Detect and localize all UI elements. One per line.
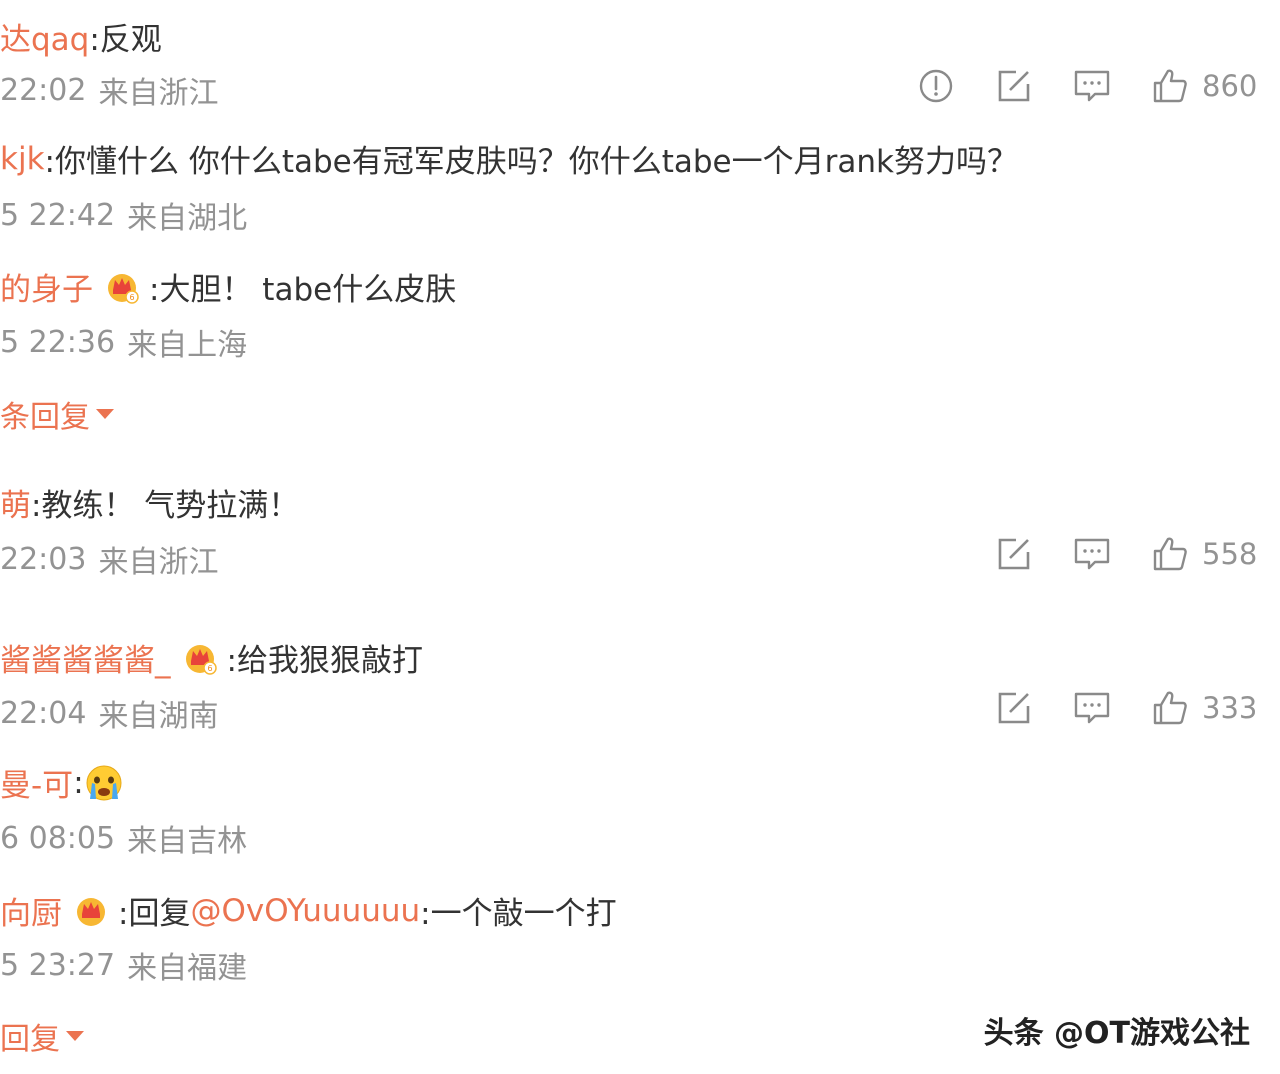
comment-4-actions: 333 — [956, 688, 1258, 728]
comment-2-time: 5 22:36 — [0, 324, 116, 360]
comment-6-text: :一个敲一个打 — [420, 896, 617, 932]
comment-0-location: 来自浙江 — [98, 76, 219, 111]
comment-2-meta: 5 22:36 来自上海 — [0, 320, 247, 364]
vip-crown-badge-icon: 6 — [185, 644, 217, 675]
share-icon[interactable] — [994, 688, 1034, 728]
like-icon[interactable] — [1150, 66, 1190, 106]
comment-0-like-count: 860 — [1202, 69, 1258, 103]
comment-6-location: 来自福建 — [127, 951, 248, 986]
comment-3-text: :教练！ 气势拉满！ — [31, 488, 300, 524]
comment-6-header: 向厨 :回复 @OvOYuuuuuu :一个敲一个打 — [0, 888, 617, 933]
comment-3-time: 22:03 — [0, 541, 87, 577]
comment-2-location: 来自上海 — [127, 328, 248, 363]
comment-5-header: 曼-可 : — [0, 760, 124, 805]
comment-1-header: kjk :你懂什么 你什么tabe有冠军皮肤吗？你什么tabe一个月rank努力… — [0, 136, 1018, 181]
comment-3-actions: 558 — [956, 534, 1258, 574]
comment-5-meta: 6 08:05 来自吉林 — [0, 816, 247, 860]
share-icon[interactable] — [994, 534, 1034, 574]
comment-4-like-count: 333 — [1202, 691, 1258, 725]
like-icon[interactable] — [1150, 688, 1190, 728]
comment-4-header: 酱酱酱酱酱_ 6 :给我狠狠敲打 — [0, 635, 423, 680]
comment-2-username[interactable]: 的身子 — [0, 264, 93, 309]
svg-text:6: 6 — [129, 293, 134, 302]
comment-3-location: 来自浙江 — [98, 545, 219, 580]
comment-5-text: : — [73, 764, 84, 801]
comment-6-mention[interactable]: @OvOYuuuuuu — [190, 893, 420, 929]
comment-6-meta: 5 23:27 来自福建 — [0, 943, 247, 987]
comment-3-header: 萌 :教练！ 气势拉满！ — [0, 480, 299, 525]
comment-icon[interactable] — [1072, 688, 1112, 728]
comment-1-meta: 5 22:42 来自湖北 — [0, 193, 247, 237]
vip-crown-badge-icon: 6 — [108, 273, 139, 304]
share-icon[interactable] — [994, 66, 1034, 106]
comment-2-replies-toggle[interactable]: 条回复 — [0, 392, 114, 436]
watermark: 头条 @OT游戏公社 — [983, 1016, 1250, 1051]
replies-toggle-label: 回复 — [0, 1022, 60, 1057]
like-icon[interactable] — [1150, 534, 1190, 574]
comment-5-time: 6 08:05 — [0, 820, 116, 856]
svg-text:6: 6 — [207, 664, 212, 673]
comment-2-text: :大胆！ tabe什么皮肤 — [149, 272, 457, 308]
comment-4-username[interactable]: 酱酱酱酱酱_ — [0, 635, 171, 680]
comment-5-username[interactable]: 曼-可 — [0, 760, 73, 805]
report-icon[interactable] — [916, 66, 956, 106]
comment-icon[interactable] — [1072, 66, 1112, 106]
comment-4-meta: 22:04 来自湖南 — [0, 691, 218, 735]
comment-4-time: 22:04 — [0, 695, 87, 731]
comment-1-username[interactable]: kjk — [0, 141, 45, 177]
comment-icon[interactable] — [1072, 534, 1112, 574]
vip-crown-badge-icon — [77, 897, 105, 926]
caret-down-icon — [66, 1031, 84, 1041]
comment-0-time: 22:02 — [0, 72, 87, 108]
comment-1-time: 5 22:42 — [0, 197, 116, 233]
comment-1-location: 来自湖北 — [127, 201, 248, 236]
comment-0-actions: 860 — [878, 66, 1258, 106]
replies-toggle-label: 条回复 — [0, 400, 90, 435]
comment-0-username[interactable]: 达qaq — [0, 14, 89, 59]
comment-3-like-count: 558 — [1202, 537, 1258, 571]
comment-5-location: 来自吉林 — [127, 824, 248, 859]
comment-2-header: 的身子 6 :大胆！ tabe什么皮肤 — [0, 264, 456, 309]
comment-0-header: 达qaq :反观 — [0, 14, 162, 59]
comment-6-username[interactable]: 向厨 — [0, 888, 62, 933]
comment-6-reply-prefix: :回复 — [118, 896, 191, 932]
comment-4-location: 来自湖南 — [98, 699, 219, 734]
comment-1-text: :你懂什么 你什么tabe有冠军皮肤吗？你什么tabe一个月rank努力吗？ — [44, 144, 1018, 180]
comment-6-replies-toggle[interactable]: 回复 — [0, 1014, 84, 1058]
comment-3-meta: 22:03 来自浙江 — [0, 537, 218, 581]
comment-3-username[interactable]: 萌 — [0, 480, 31, 525]
caret-down-icon — [96, 409, 114, 419]
comment-4-text: :给我狠狠敲打 — [226, 643, 423, 679]
comment-list-page: 达qaq :反观 22:02 来自浙江 860 kjk :你懂什么 你什么tab… — [0, 0, 1280, 1074]
crying-face-emoji-icon — [86, 765, 122, 800]
comment-0-text: :反观 — [89, 22, 162, 58]
comment-0-meta: 22:02 来自浙江 — [0, 68, 218, 112]
comment-6-time: 5 23:27 — [0, 947, 116, 983]
